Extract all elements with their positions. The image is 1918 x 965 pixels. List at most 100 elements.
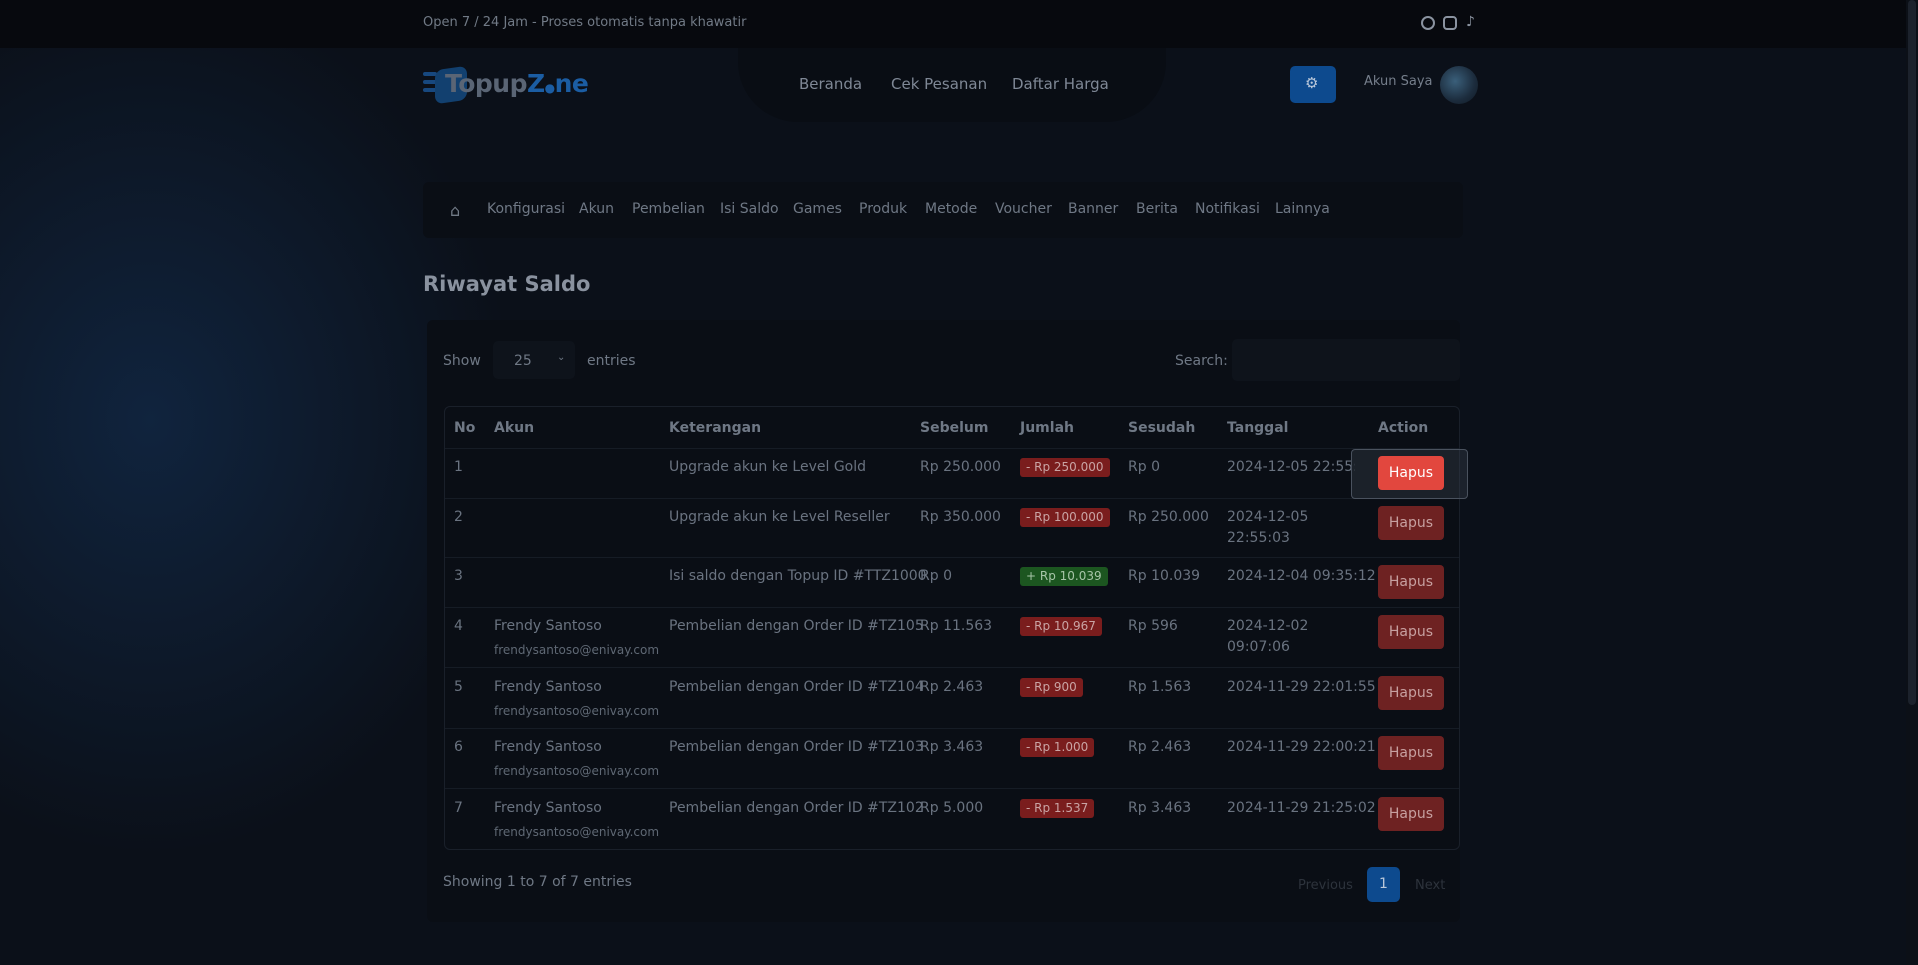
nav-daftar-harga[interactable]: Daftar Harga [1012,75,1109,93]
table-cell-tanggal: 2024-12-04 09:35:12 [1227,568,1376,584]
delete-button[interactable]: Hapus [1378,615,1444,649]
pagination-next[interactable]: Next [1415,878,1445,893]
nav-beranda[interactable]: Beranda [799,75,862,93]
table-cell-no: 4 [454,618,463,634]
row-divider [445,607,1459,608]
search-input[interactable] [1232,339,1460,381]
admin-menu-berita[interactable]: Berita [1136,201,1178,217]
whatsapp-icon[interactable] [1421,16,1435,30]
table-cell-email: frendysantoso@enivay.com [494,704,660,718]
admin-menu-akun[interactable]: Akun [579,201,614,217]
entries-length-select[interactable]: 25 ⌄ [493,341,575,379]
table-cell-keterangan: Pembelian dengan Order ID #TZ105 [669,618,924,634]
column-header-sebelum[interactable]: Sebelum [920,420,988,436]
table-cell-tanggal: 2024-12-05 [1227,509,1309,525]
table-cell-keterangan: Pembelian dengan Order ID #TZ103 [669,739,924,755]
table-cell-sebelum: Rp 3.463 [920,739,984,755]
admin-menu-produk[interactable]: Produk [859,201,907,217]
amount-badge: - Rp 250.000 [1020,458,1110,477]
table-cell-no: 7 [454,800,463,816]
avatar[interactable] [1440,66,1478,104]
row-divider [445,448,1459,449]
delete-button[interactable]: Hapus [1378,565,1444,599]
table-cell-sesudah: Rp 2.463 [1128,739,1192,755]
table-cell-sesudah: Rp 3.463 [1128,800,1192,816]
table-cell-sesudah: Rp 10.039 [1128,568,1201,584]
table-cell-sebelum: Rp 250.000 [920,459,1001,475]
show-label: Show [443,353,481,369]
table-cell-tanggal: 2024-12-02 [1227,618,1309,634]
table-cell-tanggal: 2024-11-29 22:00:21 [1227,739,1376,755]
admin-menu-pembelian[interactable]: Pembelian [632,201,705,217]
table-cell-akun: Frendy Santoso [494,618,602,634]
table-cell-no: 6 [454,739,463,755]
column-header-jumlah[interactable]: Jumlah [1020,420,1074,436]
topbar-text: Open 7 / 24 Jam - Proses otomatis tanpa … [423,15,747,30]
row-divider [445,557,1459,558]
scrollbar-thumb[interactable] [1908,0,1916,705]
table-cell-sebelum: Rp 11.563 [920,618,993,634]
table-cell-keterangan: Upgrade akun ke Level Gold [669,459,867,475]
table-cell-tanggal: 2024-11-29 22:01:55 [1227,679,1376,695]
delete-button[interactable]: Hapus [1378,506,1444,540]
admin-menu-notifikasi[interactable]: Notifikasi [1195,201,1260,217]
table-cell-tanggal: 2024-11-29 21:25:02 [1227,800,1376,816]
pagination-previous[interactable]: Previous [1298,878,1353,893]
instagram-icon[interactable] [1443,16,1457,30]
table-cell-keterangan: Isi saldo dengan Topup ID #TTZ1000 [669,568,927,584]
amount-badge: + Rp 10.039 [1020,567,1108,586]
table-cell-no: 5 [454,679,463,695]
settings-button[interactable]: ⚙ [1290,66,1336,103]
table-cell-sesudah: Rp 0 [1128,459,1160,475]
delete-button[interactable]: Hapus [1378,456,1444,490]
table-cell-tanggal: 2024-12-05 22:55:15 [1227,459,1355,475]
row-divider [445,728,1459,729]
table-cell-akun: Frendy Santoso [494,739,602,755]
amount-badge: - Rp 900 [1020,678,1083,697]
admin-menu-voucher[interactable]: Voucher [995,201,1052,217]
delete-button[interactable]: Hapus [1378,797,1444,831]
admin-menu-lainnya[interactable]: Lainnya [1275,201,1330,217]
logo-text: TopupZ●ne [445,69,589,98]
column-header-tanggal[interactable]: Tanggal [1227,420,1288,436]
table-cell-no: 2 [454,509,463,525]
logo[interactable]: TopupZ●ne [423,64,589,105]
row-divider [445,498,1459,499]
nav-cek-pesanan[interactable]: Cek Pesanan [891,75,987,93]
tiktok-icon[interactable]: ♪ [1466,14,1480,30]
column-header-keterangan[interactable]: Keterangan [669,420,761,436]
table-cell-sebelum: Rp 0 [920,568,952,584]
delete-button[interactable]: Hapus [1378,736,1444,770]
column-header-akun[interactable]: Akun [494,420,534,436]
table-cell-email: frendysantoso@enivay.com [494,825,660,839]
gear-icon: ⚙ [1305,74,1319,92]
amount-badge: - Rp 1.537 [1020,799,1095,818]
pagination-page-1[interactable]: 1 [1367,867,1400,902]
table-cell-sesudah: Rp 596 [1128,618,1178,634]
search-label: Search: [1175,353,1228,369]
table-cell-email: frendysantoso@enivay.com [494,764,660,778]
admin-menu-isi-saldo[interactable]: Isi Saldo [720,201,779,217]
admin-menu-metode[interactable]: Metode [925,201,977,217]
table-cell-akun: Frendy Santoso [494,679,602,695]
table-cell-keterangan: Upgrade akun ke Level Reseller [669,509,890,525]
admin-menu-games[interactable]: Games [793,201,842,217]
amount-badge: - Rp 10.967 [1020,617,1102,636]
amount-badge: - Rp 1.000 [1020,738,1095,757]
admin-menu-konfigurasi[interactable]: Konfigurasi [487,201,565,217]
admin-menu-banner[interactable]: Banner [1068,201,1118,217]
top-bar [0,0,1918,48]
amount-badge: - Rp 100.000 [1020,508,1110,527]
table-cell-tanggal-time: 09:07:06 [1227,639,1290,655]
column-header-sesudah[interactable]: Sesudah [1128,420,1195,436]
table-cell-keterangan: Pembelian dengan Order ID #TZ102 [669,800,924,816]
column-header-action[interactable]: Action [1378,420,1428,436]
column-header-no[interactable]: No [454,420,475,436]
table-cell-sesudah: Rp 250.000 [1128,509,1209,525]
table-cell-no: 3 [454,568,463,584]
row-divider [445,667,1459,668]
account-label[interactable]: Akun Saya [1364,74,1433,89]
delete-button[interactable]: Hapus [1378,676,1444,710]
home-icon[interactable]: ⌂ [450,201,460,220]
table-cell-sebelum: Rp 350.000 [920,509,1001,525]
